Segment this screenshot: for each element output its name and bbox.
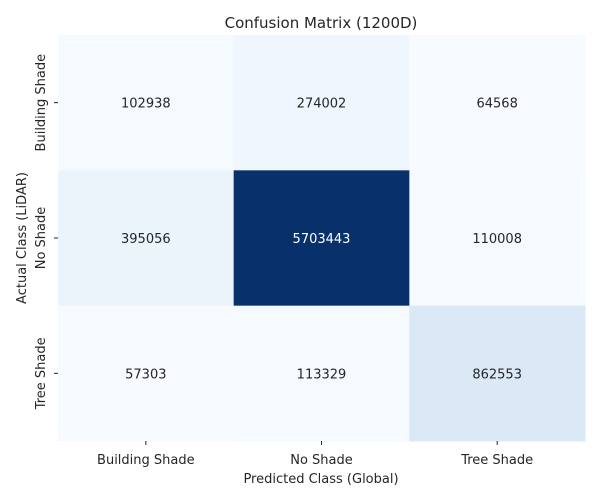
cell-value-label: 113329: [297, 367, 347, 382]
cell-value-label: 274002: [297, 97, 347, 112]
y-tick-label: Tree Shade: [34, 337, 49, 410]
y-tick-label: Building Shade: [34, 54, 49, 152]
cell-value-label: 64568: [476, 97, 517, 112]
cell-value-label: 5703443: [293, 232, 351, 247]
cell-value-label: 57303: [125, 367, 166, 382]
chart-title: Confusion Matrix (1200D): [225, 14, 418, 32]
x-axis-label: Predicted Class (Global): [243, 472, 398, 487]
y-tick-label: No Shade: [34, 207, 49, 270]
x-tick-label: Tree Shade: [460, 453, 533, 468]
x-tick-label: Building Shade: [97, 453, 195, 468]
x-axis: Building Shade No Shade Tree Shade: [97, 440, 533, 468]
y-axis: Building Shade No Shade Tree Shade: [34, 54, 58, 410]
cell-value-label: 395056: [121, 232, 171, 247]
confusion-matrix-chart: Confusion Matrix (1200D) 102938 274002 645…: [15, 14, 586, 487]
cell-value-label: 862553: [472, 367, 522, 382]
cell-value-label: 102938: [121, 97, 171, 112]
y-axis-label: Actual Class (LiDAR): [15, 172, 30, 304]
cell-value-label: 110008: [472, 232, 522, 247]
x-tick-label: No Shade: [290, 453, 353, 468]
